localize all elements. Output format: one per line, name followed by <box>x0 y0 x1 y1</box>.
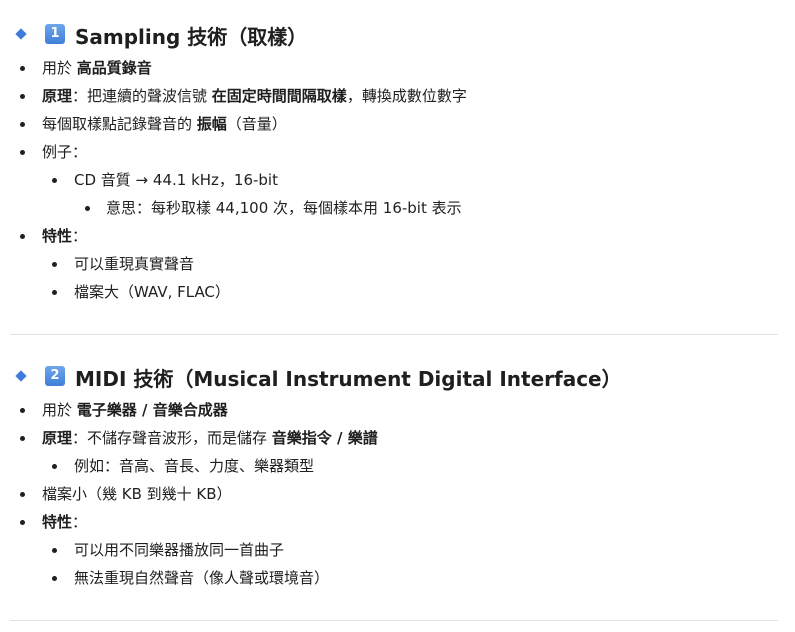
list-item: 每個取樣點記錄聲音的 振幅（音量） <box>0 110 795 138</box>
item-text: 可以重現真實聲音 <box>74 255 195 273</box>
bullet-dot-icon <box>20 520 25 525</box>
list-item: 檔案大（WAV, FLAC） <box>0 278 795 306</box>
item-bold-text: 特性 <box>42 227 73 245</box>
bullet-dot-icon <box>52 262 57 267</box>
list-item: CD 音質 → 44.1 kHz，16-bit <box>0 166 795 194</box>
item-text: 例如：音高、音長、力度、樂器類型 <box>74 457 315 475</box>
section-title: MIDI 技術（Musical Instrument Digital Inter… <box>75 367 622 391</box>
list-item: 例子： <box>0 138 795 166</box>
item-text: ：不儲存聲音波形，而是儲存 <box>72 429 272 447</box>
bullet-dot-icon <box>85 206 90 211</box>
bullet-dot-icon <box>52 178 57 183</box>
item-text: ： <box>72 513 88 531</box>
list-item: 特性： <box>0 222 795 250</box>
item-text: ，轉換成數位數字 <box>346 87 467 105</box>
item-bold-text: 高品質錄音 <box>76 59 152 77</box>
keycap-number-icon: 2 <box>45 366 65 386</box>
list-item: 用於 電子樂器 / 音樂合成器 <box>0 396 795 424</box>
list-item: 意思：每秒取樣 44,100 次，每個樣本用 16-bit 表示 <box>0 194 795 222</box>
bullet-dot-icon <box>20 436 25 441</box>
section-heading: 2 MIDI 技術（Musical Instrument Digital Int… <box>0 360 795 396</box>
item-text: 檔案小（幾 KB 到幾十 KB） <box>42 485 232 503</box>
section-divider <box>10 620 778 621</box>
bullet-dot-icon <box>52 290 57 295</box>
list-item: 原理：把連續的聲波信號 在固定時間間隔取樣，轉換成數位數字 <box>0 82 795 110</box>
item-bold-text: 在固定時間間隔取樣 <box>211 87 347 105</box>
item-bold-text: 原理 <box>42 429 73 447</box>
bullet-dot-icon <box>20 234 25 239</box>
item-text: （音量） <box>226 115 287 133</box>
bullet-dot-icon <box>20 66 25 71</box>
item-bold-text: 原理 <box>42 87 73 105</box>
diamond-bullet-icon <box>15 370 27 382</box>
bullet-dot-icon <box>52 576 57 581</box>
item-text: 例子： <box>42 143 88 161</box>
keycap-number-icon: 1 <box>45 24 65 44</box>
item-text: 用於 <box>42 59 77 77</box>
bullet-dot-icon <box>20 150 25 155</box>
list-item: 無法重現自然聲音（像人聲或環境音） <box>0 564 795 592</box>
item-text: 用於 <box>42 401 77 419</box>
diamond-bullet-icon <box>15 28 27 40</box>
item-text: 每個取樣點記錄聲音的 <box>42 115 197 133</box>
list-item: 例如：音高、音長、力度、樂器類型 <box>0 452 795 480</box>
list-item: 原理：不儲存聲音波形，而是儲存 音樂指令 / 樂譜 <box>0 424 795 452</box>
section-divider <box>10 334 778 335</box>
bullet-dot-icon <box>52 464 57 469</box>
section-midi: 2 MIDI 技術（Musical Instrument Digital Int… <box>0 360 795 592</box>
item-bold-text: 特性 <box>42 513 73 531</box>
item-text: ：把連續的聲波信號 <box>72 87 212 105</box>
list-item: 可以用不同樂器播放同一首曲子 <box>0 536 795 564</box>
item-text: 無法重現自然聲音（像人聲或環境音） <box>74 569 330 587</box>
bullet-dot-icon <box>20 122 25 127</box>
list-item: 特性： <box>0 508 795 536</box>
item-bold-text: 電子樂器 / 音樂合成器 <box>76 401 228 419</box>
bullet-dot-icon <box>20 408 25 413</box>
item-text: CD 音質 → 44.1 kHz，16-bit <box>74 171 278 189</box>
bullet-dot-icon <box>20 94 25 99</box>
item-text: ： <box>72 227 88 245</box>
list-item: 用於 高品質錄音 <box>0 54 795 82</box>
list-item: 檔案小（幾 KB 到幾十 KB） <box>0 480 795 508</box>
section-sampling: 1 Sampling 技術（取樣） 用於 高品質錄音 原理：把連續的聲波信號 在… <box>0 18 795 306</box>
item-text: 意思：每秒取樣 44,100 次，每個樣本用 16-bit 表示 <box>106 199 462 217</box>
item-bold-text: 音樂指令 / 樂譜 <box>271 429 378 447</box>
bullet-dot-icon <box>20 492 25 497</box>
item-text: 檔案大（WAV, FLAC） <box>74 283 230 301</box>
bullet-dot-icon <box>52 548 57 553</box>
section-heading: 1 Sampling 技術（取樣） <box>0 18 795 54</box>
item-bold-text: 振幅 <box>196 115 227 133</box>
item-text: 可以用不同樂器播放同一首曲子 <box>74 541 285 559</box>
list-item: 可以重現真實聲音 <box>0 250 795 278</box>
section-title: Sampling 技術（取樣） <box>75 25 308 49</box>
